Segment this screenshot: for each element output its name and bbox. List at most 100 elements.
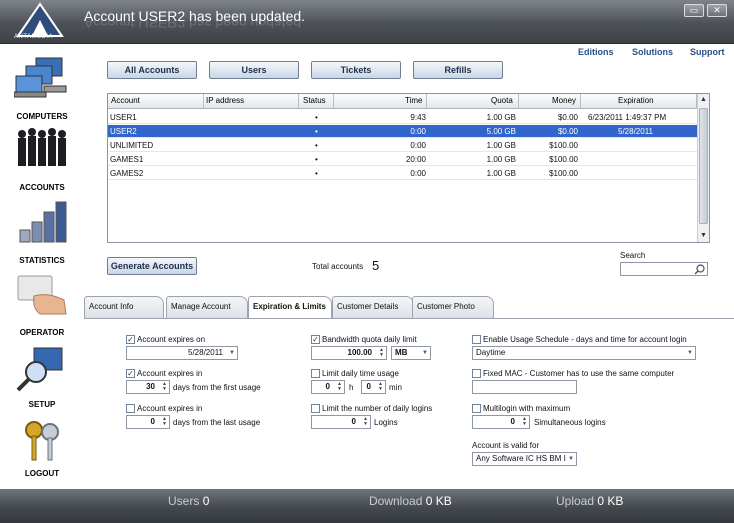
daily-time-checkbox[interactable] [311,369,320,378]
cell-time: 9:43 [410,113,426,122]
generate-accounts-button[interactable]: Generate Accounts [107,257,197,275]
table-row[interactable]: UNLIMITED • 0:00 1.00 GB $100.00 [108,139,698,152]
stepper-arrows-icon[interactable]: ▲ ▼ [521,417,528,427]
usage-schedule-checkbox[interactable] [472,335,481,344]
sidebar-item-label: LOGOUT [24,469,60,478]
usage-schedule-select[interactable]: Daytime ▼ [472,346,696,360]
stepper-arrows-icon[interactable]: ▲ ▼ [161,382,168,392]
bandwidth-checkbox[interactable]: ✓ [311,335,320,344]
daily-minutes-value: 0 [366,382,371,391]
column-header-expiration[interactable]: Expiration [618,96,654,105]
sidebar-item-setup[interactable]: SETUP [0,342,84,412]
tab-account-info[interactable]: Account Info [84,296,164,318]
all-accounts-button[interactable]: All Accounts [107,61,197,79]
users-status: Users 0 [168,494,209,508]
logo-text: ANTAMEDIA [14,34,54,40]
editions-link[interactable]: Editions [578,47,614,57]
stepper-arrows-icon[interactable]: ▲ ▼ [377,382,384,392]
search-input[interactable] [620,262,708,276]
users-button[interactable]: Users [209,61,299,79]
valid-for-select[interactable]: Any Software IC HS BM I ▼ [472,452,577,466]
fixed-mac-checkbox[interactable] [472,369,481,378]
multilogin-label: Multilogin with maximum [483,404,571,413]
minimize-icon: ▭ [689,5,699,15]
scroll-up-icon[interactable]: ▲ [699,95,708,105]
stepper-arrows-icon[interactable]: ▲ ▼ [336,382,343,392]
total-accounts-count: 5 [372,258,380,273]
multilogin-checkbox[interactable] [472,404,481,413]
title-bar: ANTAMEDIA Account USER2 has been updated… [0,0,734,44]
minimize-button[interactable]: ▭ [684,4,704,17]
sidebar-item-logout[interactable]: LOGOUT [0,414,84,484]
expires-first-label: Account expires in [137,369,203,378]
tab-expiration-limits[interactable]: Expiration & Limits [248,296,332,319]
tab-bar: Account Info Manage Account Expiration &… [84,296,734,319]
cell-account: USER2 [110,127,137,136]
search-icon[interactable] [694,264,705,275]
tab-customer-photo[interactable]: Customer Photo [412,296,494,318]
column-header-status[interactable]: Status [303,96,326,105]
scroll-thumb[interactable] [699,108,708,224]
search-label: Search [620,251,646,260]
close-icon: ✕ [713,5,721,15]
expires-first-checkbox[interactable]: ✓ [126,369,135,378]
column-header-ip[interactable]: IP address [206,96,244,105]
upload-status-label: Upload [556,494,595,508]
expires-on-date-picker[interactable]: 5/28/2011 ▼ [126,346,238,360]
table-row[interactable]: GAMES1 • 20:00 1.00 GB $100.00 [108,153,698,166]
scroll-down-icon[interactable]: ▼ [699,231,708,241]
sidebar-item-operator[interactable]: OPERATOR [0,268,84,338]
close-button[interactable]: ✕ [707,4,727,17]
support-link[interactable]: Support [690,47,725,57]
sidebar-item-statistics[interactable]: STATISTICS [0,196,84,266]
expires-last-stepper[interactable]: 0 ▲ ▼ [126,415,170,429]
column-header-account[interactable]: Account [111,96,140,105]
chevron-down-icon: ▼ [687,350,693,356]
solutions-link[interactable]: Solutions [632,47,673,57]
daily-minutes-stepper[interactable]: 0 ▲ ▼ [361,380,386,394]
cell-account: GAMES2 [110,169,144,178]
tab-customer-details[interactable]: Customer Details [332,296,414,318]
cell-account: UNLIMITED [110,141,154,150]
stepper-arrows-icon[interactable]: ▲ ▼ [378,348,385,358]
sidebar-item-computers[interactable]: COMPUTERS [0,50,84,121]
window-title-reflection: Account USER2 has been updated. [84,21,306,31]
expires-first-stepper[interactable]: 30 ▲ ▼ [126,380,170,394]
bandwidth-unit: MB [395,348,408,357]
column-header-time[interactable]: Time [405,96,422,105]
cell-money: $100.00 [549,155,578,164]
daily-time-label: Limit daily time usage [322,369,399,378]
expires-on-date: 5/28/2011 [188,348,223,357]
column-header-money[interactable]: Money [552,96,576,105]
upload-status: Upload 0 KB [556,494,623,508]
stepper-arrows-icon[interactable]: ▲ ▼ [161,417,168,427]
column-header-quota[interactable]: Quota [491,96,513,105]
daily-logins-label: Limit the number of daily logins [322,404,433,413]
daily-logins-checkbox[interactable] [311,404,320,413]
fixed-mac-input[interactable] [472,380,577,394]
bandwidth-stepper[interactable]: 100.00 ▲ ▼ [311,346,387,360]
bandwidth-unit-select[interactable]: MB ▼ [391,346,431,360]
multilogin-stepper[interactable]: 0 ▲ ▼ [472,415,530,429]
table-scrollbar[interactable]: ▲ ▼ [697,94,709,242]
table-row-selected[interactable]: USER2 • 0:00 5.00 GB $0.00 5/28/2011 [108,125,698,138]
daily-hours-stepper[interactable]: 0 ▲ ▼ [311,380,345,394]
stepper-arrows-icon[interactable]: ▲ ▼ [362,417,369,427]
minutes-label: min [389,383,402,392]
tab-manage-account[interactable]: Manage Account [166,296,248,318]
tickets-button[interactable]: Tickets [311,61,401,79]
cell-status: • [315,155,318,164]
accounts-table[interactable]: Account IP address Status Time Quota Mon… [107,93,710,243]
table-row[interactable]: GAMES2 • 0:00 1.00 GB $100.00 [108,167,698,180]
expires-last-checkbox[interactable] [126,404,135,413]
daily-logins-stepper[interactable]: 0 ▲ ▼ [311,415,371,429]
daily-hours-value: 0 [325,382,330,391]
expires-on-checkbox[interactable]: ✓ [126,335,135,344]
valid-for-label: Account is valid for [472,441,540,450]
sidebar: COMPUTERS ACCOUNTS STATISTICS OPERATOR S… [0,44,84,489]
refills-button[interactable]: Refills [413,61,503,79]
table-row[interactable]: USER1 • 9:43 1.00 GB $0.00 6/23/2011 1:4… [108,111,698,124]
cell-quota: 1.00 GB [486,141,516,150]
cell-quota: 1.00 GB [486,155,516,164]
sidebar-item-accounts[interactable]: ACCOUNTS [0,122,84,192]
